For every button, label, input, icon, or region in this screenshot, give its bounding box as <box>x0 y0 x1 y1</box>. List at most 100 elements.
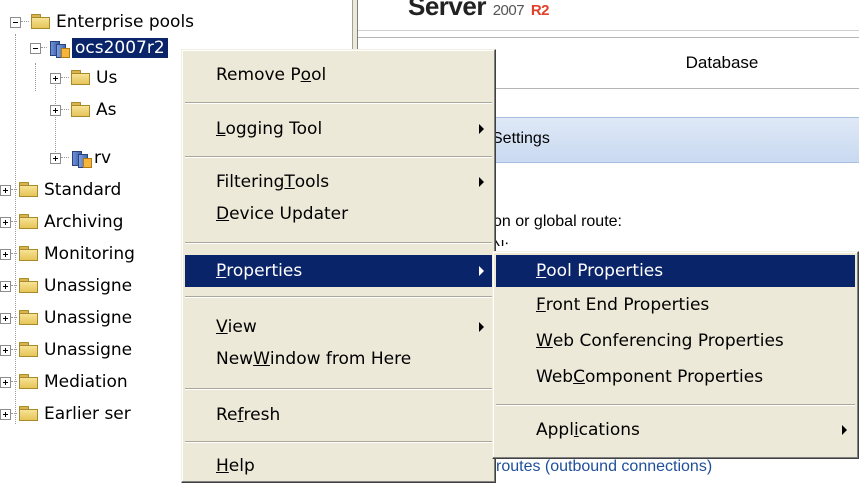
pool-server-icon <box>49 39 70 58</box>
outbound-routes-link[interactable]: routes (outbound connections) <box>496 458 712 476</box>
menu-item-properties[interactable]: Properties <box>185 255 492 287</box>
tree-dots <box>61 157 69 159</box>
folder-icon <box>19 342 39 358</box>
tree-dots <box>11 285 17 287</box>
folder-icon <box>71 102 91 118</box>
label-part: Appl <box>536 420 574 440</box>
tree-item-label: Unassigne <box>44 308 133 328</box>
expand-icon[interactable] <box>50 72 61 84</box>
folder-icon <box>31 14 51 30</box>
collapse-icon[interactable] <box>30 42 41 54</box>
menu-item-remove-pool[interactable]: Remove Po ol <box>185 59 492 91</box>
menu-item-new-window[interactable]: New Window from Here <box>185 343 492 375</box>
tree-item-label: Enterprise pools <box>56 12 195 32</box>
tree-item-standard[interactable]: Standard <box>0 177 121 203</box>
product-version: 2007 <box>492 2 525 19</box>
menu-item-pool-properties[interactable]: Pool Properties <box>496 255 855 287</box>
tab-next[interactable] <box>840 38 859 89</box>
folder-icon <box>19 214 39 230</box>
access-key: D <box>216 204 230 224</box>
tree-item-label: Unassigne <box>44 340 133 360</box>
label-part: indow from Here <box>269 349 412 369</box>
access-key: H <box>216 456 229 476</box>
menu-item-device-updater[interactable]: Device Updater <box>185 198 492 230</box>
label-part: cations <box>578 420 640 440</box>
tree-item-label: Archiving <box>44 212 124 232</box>
tree-item-unassigned-3[interactable]: Unassigne <box>0 337 132 363</box>
folder-icon <box>19 278 39 294</box>
folder-icon <box>19 374 39 390</box>
menu-item-help[interactable]: Help <box>185 450 492 482</box>
menu-item-front-end-properties[interactable]: Front End Properties <box>496 289 855 321</box>
menu-separator <box>185 388 492 390</box>
tree-item-mediation[interactable]: Mediation <box>0 369 128 395</box>
submenu-arrow-icon <box>479 322 484 332</box>
tree-item-archiving[interactable]: Archiving <box>0 209 123 235</box>
label-part: ool Properties <box>546 261 664 281</box>
label-part: elp <box>228 456 255 476</box>
tree-item-unassigned-1[interactable]: Unassigne <box>0 273 132 299</box>
expand-icon[interactable] <box>0 408 11 420</box>
submenu-arrow-icon <box>479 177 484 187</box>
tab-label: Database <box>685 53 759 72</box>
tree-connector-line <box>35 63 36 91</box>
menu-separator <box>185 242 492 244</box>
properties-submenu: Pool Properties Front End Properties Web… <box>492 251 859 459</box>
tree-dots <box>11 349 17 351</box>
tree-item-earlier-servers[interactable]: Earlier ser <box>0 401 131 427</box>
folder-icon <box>71 70 91 86</box>
tree-item-label: As <box>96 100 117 120</box>
tree-item-monitoring[interactable]: Monitoring <box>0 241 135 267</box>
access-key: T <box>284 172 295 192</box>
tree-dots <box>11 381 17 383</box>
tree-item-unassigned-2[interactable]: Unassigne <box>0 305 132 331</box>
tree-dots <box>11 189 17 191</box>
expand-icon[interactable] <box>50 152 61 164</box>
expand-icon[interactable] <box>50 104 61 116</box>
access-key: P <box>536 261 547 281</box>
label-part: Re <box>216 405 238 425</box>
label-part: Filtering <box>216 172 285 192</box>
tree-dots <box>11 317 17 319</box>
menu-item-filtering-tools[interactable]: Filtering Tools <box>185 166 492 198</box>
label-part: evice Updater <box>229 204 349 224</box>
product-banner: Server 2007 R2 <box>358 0 859 31</box>
tree-item-label: Mediation <box>44 372 128 392</box>
tree-item-users[interactable]: Us <box>50 65 117 91</box>
expand-icon[interactable] <box>0 312 11 324</box>
menu-separator <box>185 156 492 158</box>
menu-item-web-component-properties[interactable]: Web Component Properties <box>496 361 855 393</box>
menu-item-view[interactable]: View <box>185 311 492 343</box>
label-part: omponent Properties <box>584 367 764 387</box>
expand-icon[interactable] <box>0 280 11 292</box>
tree-dots <box>41 47 47 49</box>
access-key: o <box>300 65 312 85</box>
menu-item-applications[interactable]: Appl i cations <box>496 414 855 446</box>
expand-icon[interactable] <box>0 344 11 356</box>
access-key: L <box>216 119 226 139</box>
tree-item-label-selected: ocs2007r2 <box>71 37 169 59</box>
tab-database[interactable]: Database <box>604 38 841 89</box>
tree-item-enterprise-pools[interactable]: Enterprise pools <box>10 9 194 35</box>
menu-separator <box>496 404 855 406</box>
access-key: C <box>573 367 585 387</box>
menu-item-web-conferencing-properties[interactable]: Web Conferencing Properties <box>496 325 855 357</box>
route-description: on or global route: <box>493 213 622 230</box>
pool-server-icon <box>71 149 92 168</box>
collapse-icon[interactable] <box>10 16 21 28</box>
product-name: Server <box>408 0 486 21</box>
expand-icon[interactable] <box>0 216 11 228</box>
tree-item-applications[interactable]: As <box>50 97 117 123</box>
menu-separator <box>185 296 492 298</box>
folder-icon <box>19 182 39 198</box>
expand-icon[interactable] <box>0 376 11 388</box>
access-key: W <box>253 349 270 369</box>
menu-item-refresh[interactable]: Re f resh <box>185 399 492 431</box>
expand-icon[interactable] <box>0 184 11 196</box>
menu-item-logging-tool[interactable]: Logging Tool <box>185 113 492 145</box>
tree-item-pool[interactable]: ocs2007r2 <box>30 35 169 61</box>
expand-icon[interactable] <box>0 248 11 260</box>
label-part: Remove P <box>216 65 301 85</box>
tree-item-server[interactable]: rv <box>50 145 111 171</box>
pool-context-menu: Remove Po ol Logging Tool Filtering Tools… <box>181 49 496 483</box>
